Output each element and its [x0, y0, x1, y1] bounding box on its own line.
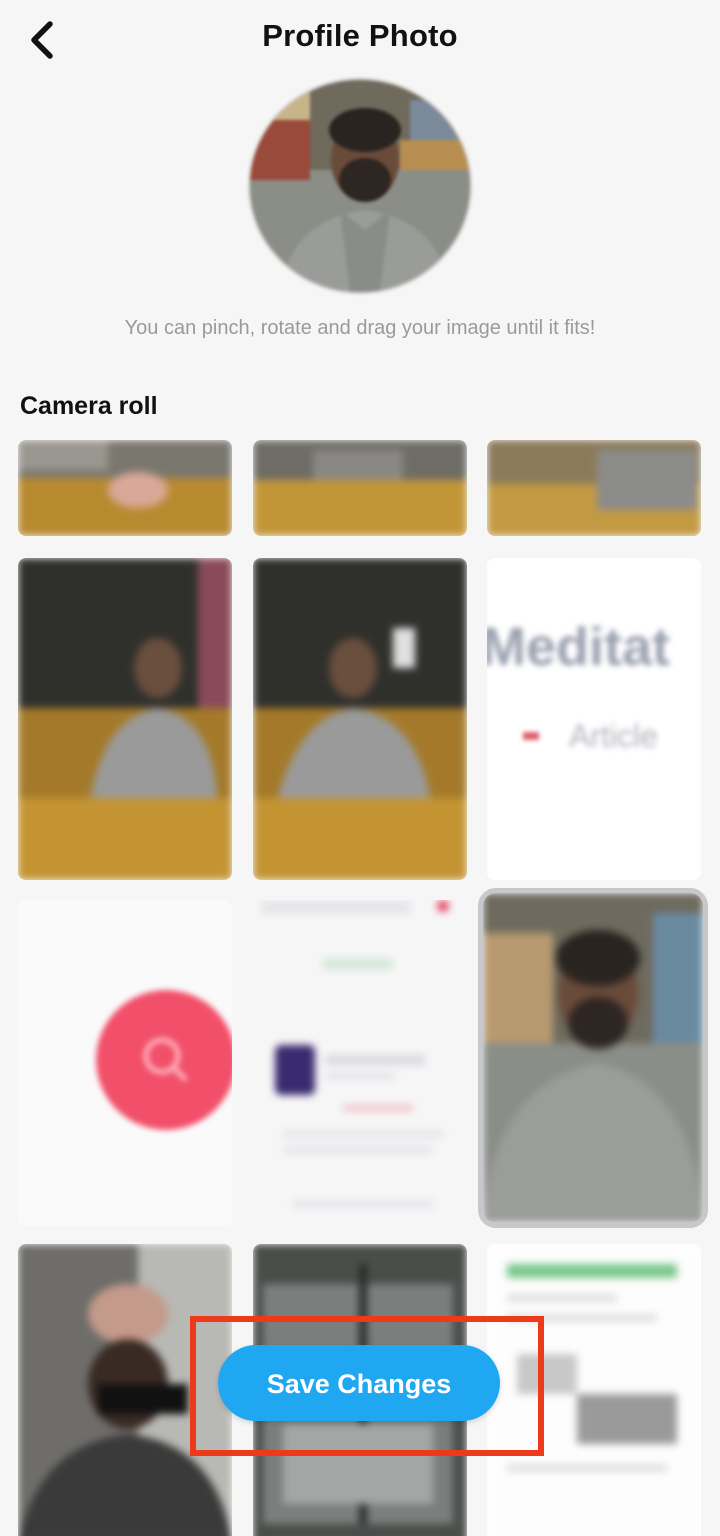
pinch-hint-text: You can pinch, rotate and drag your imag… [124, 317, 596, 339]
camera-roll-screenshot[interactable] [487, 1244, 701, 1536]
camera-roll-photo[interactable] [478, 888, 708, 1228]
camera-roll-photo[interactable] [253, 440, 467, 536]
camera-roll-photo[interactable] [487, 440, 701, 536]
blurred-heading-fragment: Meditat [487, 617, 670, 677]
camera-roll-title: Camera roll [20, 392, 158, 420]
camera-roll-screenshot[interactable] [18, 900, 232, 1226]
avatar-preview[interactable] [250, 80, 470, 292]
camera-roll-photo[interactable] [18, 1244, 232, 1536]
camera-roll-screenshot[interactable]: Meditat Article [487, 558, 701, 880]
blurred-sub-fragment: Article [569, 718, 658, 754]
camera-roll-photo[interactable] [253, 558, 467, 880]
camera-roll-screenshot[interactable] [253, 900, 467, 1226]
avatar-photo [250, 80, 470, 292]
page-title: Profile Photo [262, 18, 458, 53]
blurred-dash-mark [523, 732, 539, 740]
camera-roll-photo[interactable] [18, 558, 232, 880]
camera-roll-photo[interactable] [18, 440, 232, 536]
save-changes-button[interactable]: Save Changes [218, 1345, 500, 1421]
red-search-button-icon [96, 990, 232, 1130]
header: Profile Photo [0, 0, 720, 80]
profile-photo-screen: Profile Photo You can pinch, rotate and … [0, 0, 720, 1536]
